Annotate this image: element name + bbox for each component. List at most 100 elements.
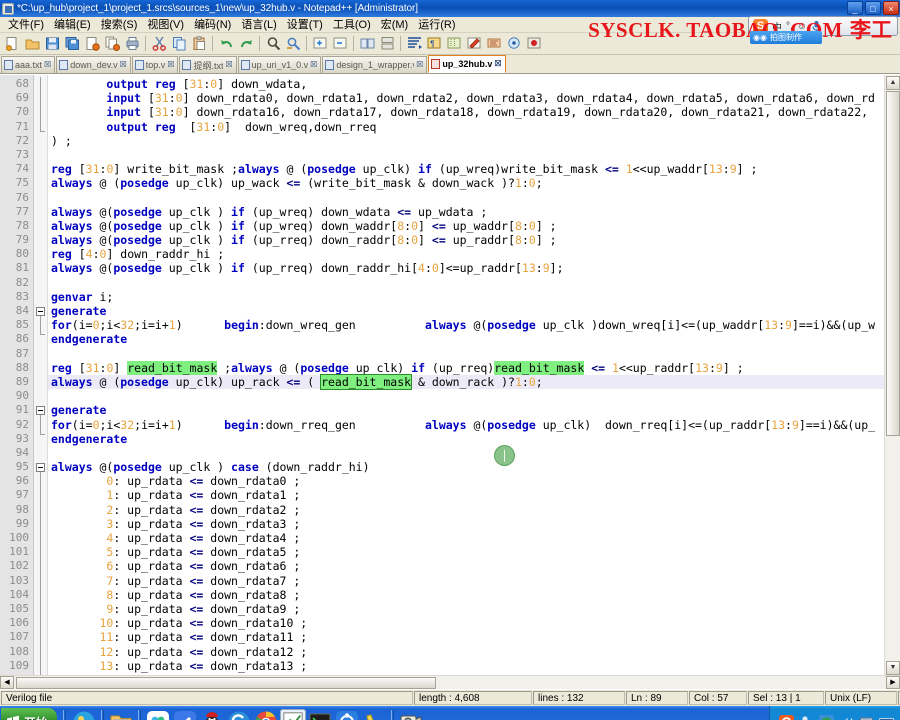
record-macro-icon[interactable] xyxy=(525,35,543,53)
menu-item-run[interactable]: 运行(R) xyxy=(413,17,460,33)
fold-row[interactable] xyxy=(34,432,47,446)
code-line[interactable]: 6: up_rdata <= down_rdata6 ; xyxy=(48,559,900,573)
code-line[interactable]: for(i=0;i<32;i=i+1) begin:down_rreq_gen … xyxy=(48,418,900,432)
menu-item-language[interactable]: 语言(L) xyxy=(236,17,281,33)
menu-item-search[interactable]: 搜索(S) xyxy=(96,17,143,33)
taskbar-icon-cloud[interactable] xyxy=(145,709,171,720)
code-line[interactable]: output reg [31:0] down_wreq,down_rreq xyxy=(48,120,900,134)
indent-guide-icon[interactable] xyxy=(445,35,463,53)
tray-icon-sogou[interactable] xyxy=(779,714,794,720)
code-line[interactable]: generate xyxy=(48,403,900,417)
scroll-left-button[interactable]: ◀ xyxy=(0,676,14,689)
tab-close-icon[interactable]: ☒ xyxy=(416,61,423,69)
fold-row[interactable] xyxy=(34,361,47,375)
taskbar-icon-sogou[interactable] xyxy=(226,709,252,720)
zoom-in-icon[interactable] xyxy=(311,35,329,53)
fold-row[interactable] xyxy=(34,162,47,176)
code-line[interactable] xyxy=(48,389,900,403)
fold-row[interactable] xyxy=(34,247,47,261)
fold-row[interactable] xyxy=(34,261,47,275)
tray-icon-network[interactable] xyxy=(859,715,874,720)
tray-icon-person[interactable] xyxy=(799,715,814,720)
tab-close-icon[interactable]: ☒ xyxy=(120,61,127,69)
fold-row[interactable] xyxy=(34,205,47,219)
code-line[interactable]: 0: up_rdata <= down_rdata0 ; xyxy=(48,474,900,488)
find-icon[interactable] xyxy=(264,35,282,53)
taskbar-grip[interactable] xyxy=(63,710,67,720)
code-line[interactable]: 9: up_rdata <= down_rdata9 ; xyxy=(48,602,900,616)
fold-row[interactable] xyxy=(34,191,47,205)
tab-close-icon[interactable]: ☒ xyxy=(44,61,51,69)
code-line[interactable]: always @ (posedge up_clk) up_wack <= (wr… xyxy=(48,176,900,190)
fold-row[interactable] xyxy=(34,134,47,148)
menu-item-tools[interactable]: 工具(O) xyxy=(328,17,376,33)
sync-horizontal-scroll-icon[interactable] xyxy=(378,35,396,53)
tab-close-icon[interactable]: ☒ xyxy=(225,61,232,69)
fold-row[interactable] xyxy=(34,105,47,119)
fold-row[interactable] xyxy=(34,77,47,132)
show-all-characters-icon[interactable]: ¶ xyxy=(425,35,443,53)
code-folding-margin[interactable] xyxy=(34,75,48,675)
taskbar-icon-note[interactable] xyxy=(172,709,198,720)
scroll-right-button[interactable]: ▶ xyxy=(886,676,900,689)
fold-row[interactable] xyxy=(34,488,47,502)
fold-row[interactable] xyxy=(34,176,47,190)
menu-item-view[interactable]: 视图(V) xyxy=(142,17,189,33)
replace-icon[interactable] xyxy=(284,35,302,53)
taskbar-icon-ubuntu[interactable] xyxy=(334,709,360,720)
vertical-scrollbar[interactable]: ▲ ▼ xyxy=(884,75,900,675)
fold-row[interactable] xyxy=(34,375,47,389)
code-line[interactable]: ) ; xyxy=(48,134,900,148)
code-line[interactable]: input [31:0] down_rdata0, down_rdata1, d… xyxy=(48,91,900,105)
code-line[interactable]: always @(posedge up_clk ) if (up_wreq) d… xyxy=(48,219,900,233)
menu-item-file[interactable]: 文件(F) xyxy=(3,17,49,33)
vertical-scroll-thumb[interactable] xyxy=(886,91,900,436)
fold-row[interactable] xyxy=(34,517,47,531)
fold-row[interactable] xyxy=(34,602,47,616)
tab-design-1-wrapper-v[interactable]: design_1_wrapper.v ☒ xyxy=(322,56,428,73)
tab-close-icon[interactable]: ☒ xyxy=(167,61,174,69)
code-line[interactable]: genvar i; xyxy=(48,290,900,304)
fold-row[interactable] xyxy=(34,219,47,233)
taskbar-icon-terminal[interactable] xyxy=(307,709,333,720)
code-line[interactable]: always @(posedge up_clk ) if (up_wreq) d… xyxy=(48,205,900,219)
fold-row[interactable] xyxy=(34,304,47,336)
fold-row[interactable] xyxy=(34,347,47,361)
fold-row[interactable] xyxy=(34,503,47,517)
maximize-button[interactable]: □ xyxy=(865,1,881,15)
fold-row[interactable] xyxy=(34,276,47,290)
code-line[interactable]: 2: up_rdata <= down_rdata2 ; xyxy=(48,503,900,517)
taskbar-grip[interactable] xyxy=(138,710,142,720)
tab-top-v[interactable]: top.v ☒ xyxy=(131,56,179,73)
tab-up-32hub-v[interactable]: up_32hub.v ☒ xyxy=(428,55,506,73)
code-line[interactable] xyxy=(48,191,900,205)
fold-row[interactable] xyxy=(34,389,47,403)
save-file-icon[interactable] xyxy=(43,35,61,53)
code-line[interactable]: endgenerate xyxy=(48,432,900,446)
code-line[interactable]: 4: up_rdata <= down_rdata4 ; xyxy=(48,531,900,545)
fold-row[interactable] xyxy=(34,659,47,673)
fold-row[interactable] xyxy=(34,616,47,630)
code-line[interactable] xyxy=(48,347,900,361)
code-line[interactable] xyxy=(48,148,900,162)
taskbar-icon-chrome[interactable] xyxy=(253,709,279,720)
function-list-icon[interactable] xyxy=(505,35,523,53)
tray-icon-display[interactable] xyxy=(879,715,894,720)
taskbar-icon-qq[interactable] xyxy=(199,709,225,720)
minimize-button[interactable]: _ xyxy=(847,1,863,15)
code-line[interactable]: 11: up_rdata <= down_rdata11 ; xyxy=(48,630,900,644)
redo-icon[interactable] xyxy=(237,35,255,53)
save-all-icon[interactable] xyxy=(63,35,81,53)
fold-row[interactable] xyxy=(34,460,47,675)
start-button[interactable]: 开始 xyxy=(1,708,58,720)
code-line[interactable]: 1: up_rdata <= down_rdata1 ; xyxy=(48,488,900,502)
fold-row[interactable] xyxy=(34,559,47,573)
taskbar-icon-camera[interactable] xyxy=(398,709,424,720)
paste-icon[interactable] xyxy=(190,35,208,53)
code-line[interactable]: output reg [31:0] down_wdata, xyxy=(48,77,900,91)
code-line[interactable]: endgenerate xyxy=(48,332,900,346)
code-line[interactable]: input [31:0] down_rdata16, down_rdata17,… xyxy=(48,105,900,119)
fold-row[interactable] xyxy=(34,418,47,432)
fold-row[interactable] xyxy=(34,403,47,435)
taskbar-icon-notepadpp[interactable] xyxy=(280,709,307,720)
